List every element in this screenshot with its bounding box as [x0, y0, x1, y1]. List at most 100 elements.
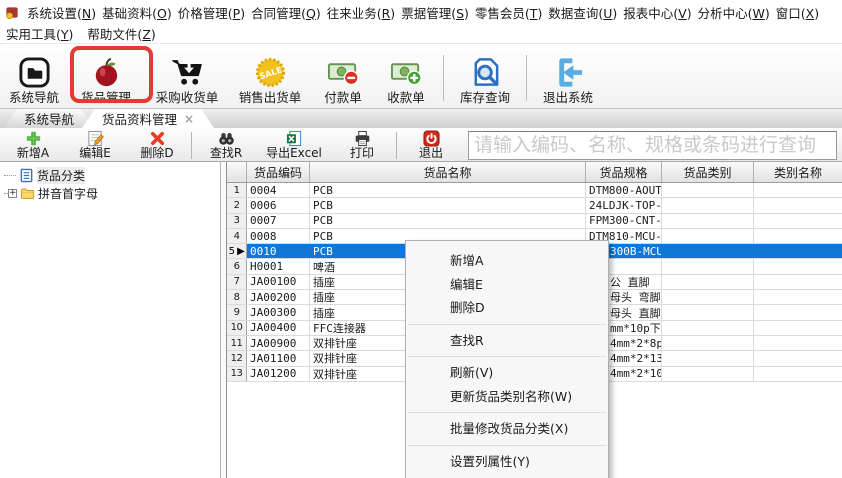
tab-label: 货品资料管理 [102, 112, 178, 127]
menu-item[interactable]: 分析中心(W) [695, 3, 773, 22]
menu-item[interactable]: 往来业务(R) [324, 3, 398, 22]
subtoolbar-button-label: 删除D [140, 146, 174, 160]
menu-bar: 系统设置(N) 基础资料(O) 价格管理(P) 合同管理(Q) 往来业务(R) 票据管理(… [0, 0, 842, 24]
apple-icon [90, 56, 123, 89]
cell-goods-category [662, 351, 754, 366]
inventory-search-icon [469, 56, 502, 89]
subtoolbar-button-label: 新增A [16, 146, 50, 160]
subtoolbar-button-label: 导出Excel [266, 146, 322, 160]
context-menu-item[interactable]: 保存列属性(Z) [406, 473, 608, 478]
tree-item[interactable]: + 拼音首字母 [4, 184, 220, 202]
column-header[interactable]: 货品类别 [662, 162, 754, 182]
system-nav-icon [18, 56, 51, 89]
row-number-cell: 13 [227, 366, 247, 381]
tree-connector [4, 174, 16, 176]
subtoolbar-button[interactable]: 退出 [400, 130, 462, 160]
subtoolbar-button[interactable]: 查找R [195, 130, 257, 160]
toolbar-button[interactable]: 退出系统 [532, 49, 604, 105]
context-menu-separator [408, 412, 606, 413]
menu-item[interactable]: 合同管理(Q) [248, 3, 324, 22]
export-excel-icon [286, 130, 303, 147]
subtoolbar-button-label: 打印 [349, 146, 374, 160]
tree-expander-icon[interactable]: + [8, 188, 17, 198]
context-menu-item[interactable]: 查找R [406, 329, 608, 353]
context-menu-item[interactable]: 批量修改货品分类(X) [406, 417, 608, 441]
sale-badge-icon: SALE [254, 56, 287, 89]
menu-item[interactable]: 零售会员(T) [472, 3, 545, 22]
toolbar-button[interactable]: 库存查询 [449, 49, 521, 105]
subtoolbar-button-label: 退出 [418, 146, 443, 160]
cell-goods-code: JA00300 [247, 305, 310, 320]
toolbar-button[interactable]: 货品管理 [66, 49, 146, 105]
cell-goods-category [662, 228, 754, 244]
menu-item[interactable]: 数据查询(U) [545, 3, 620, 22]
context-menu-item[interactable]: 刷新(V) [406, 361, 608, 385]
cell-goods-code: JA00100 [247, 274, 310, 290]
cell-goods-code: H0001 [247, 259, 310, 274]
row-number-cell: 3 [227, 213, 247, 228]
sub-toolbar: 新增A 编辑E 删除D 查找R 导出Excel 打印 退出 [0, 129, 842, 162]
delete-icon [149, 130, 166, 147]
column-header[interactable] [227, 162, 247, 182]
cell-goods-code: 0010 [247, 244, 310, 259]
cell-goods-code: JA00900 [247, 335, 310, 351]
menu-item[interactable]: 窗口(X) [773, 3, 822, 22]
context-menu-item[interactable]: 更新货品类别名称(W) [406, 385, 608, 409]
context-menu-separator [408, 356, 606, 357]
context-menu-separator [408, 444, 606, 446]
toolbar-button[interactable]: 收款单 [374, 49, 438, 105]
cell-goods-code: JA01100 [247, 351, 310, 366]
cell-goods-category [662, 290, 754, 305]
main-toolbar: 系统导航 货品管理 采购收货单 SALE 销售出货单 付款单 收款单 库存查询 … [0, 44, 842, 109]
tab[interactable]: 货品资料管理 × [82, 109, 214, 128]
menu-item[interactable]: 实用工具(Y) [3, 24, 76, 43]
column-header[interactable]: 类别名称 [754, 162, 842, 182]
row-number-cell: 5 ▶ [227, 244, 247, 259]
toolbar-button[interactable]: 采购收货单 [146, 49, 228, 105]
menu-item[interactable]: 价格管理(P) [175, 3, 248, 22]
table-row[interactable]: 3 0007 PCB FPM300-CNT-V4 20 [227, 213, 842, 229]
purchase-cart-icon [171, 56, 204, 89]
column-header[interactable]: 货品名称 [310, 162, 586, 182]
category-tree: 货品分类 + 拼音首字母 [0, 162, 221, 478]
subtoolbar-button[interactable]: 导出Excel [257, 130, 331, 160]
subtoolbar-button[interactable]: 新增A [2, 130, 64, 160]
context-menu-item[interactable]: 设置列属性(Y) [406, 450, 608, 474]
cell-category-name [754, 321, 842, 335]
subtoolbar-button[interactable]: 编辑E [64, 130, 126, 160]
toolbar-button[interactable]: SALE 销售出货单 [228, 49, 312, 105]
cell-category-name [754, 305, 842, 319]
cell-goods-category [662, 213, 754, 228]
tab-close-icon[interactable]: × [184, 112, 194, 126]
context-menu-item[interactable]: 删除D [406, 296, 608, 320]
tab[interactable]: 系统导航 [4, 109, 94, 128]
menu-item[interactable]: 帮助文件(Z) [84, 24, 158, 43]
row-number-cell: 9 [227, 305, 247, 320]
menu-item[interactable]: 基础资料(O) [99, 3, 175, 22]
cell-category-name [754, 183, 842, 197]
toolbar-button[interactable]: 系统导航 [2, 49, 66, 105]
menu-item[interactable]: 票据管理(S) [398, 3, 472, 22]
toolbar-button-label: 采购收货单 [155, 90, 219, 105]
tree-item[interactable]: 货品分类 [4, 166, 220, 184]
row-number-cell: 7 [227, 274, 247, 290]
menu-item[interactable]: 报表中心(V) [620, 3, 694, 22]
row-number-cell: 2 [227, 198, 247, 213]
cell-goods-code: 0007 [247, 213, 310, 228]
subtoolbar-button[interactable]: 打印 [331, 130, 393, 160]
context-menu-item[interactable]: 编辑E [406, 273, 608, 297]
context-menu-item[interactable]: 新增A [406, 249, 608, 273]
toolbar-button[interactable]: 付款单 [312, 49, 374, 105]
column-header[interactable]: 货品规格 [586, 162, 662, 182]
table-row[interactable]: 1 0004 PCB DTM800-AOUT-V1.0 [227, 183, 842, 199]
folder-icon [20, 186, 35, 201]
column-header[interactable]: 货品编码 [247, 162, 310, 182]
menu-item[interactable]: 系统设置(N) [24, 3, 99, 22]
cell-goods-category [662, 335, 754, 351]
search-input[interactable] [468, 130, 837, 160]
tab-label: 系统导航 [24, 112, 75, 127]
cell-category-name [754, 275, 842, 289]
toolbar-button-label: 系统导航 [8, 90, 59, 105]
table-row[interactable]: 2 0006 PCB 24LDJK-TOP-V2.0 [227, 198, 842, 214]
subtoolbar-button[interactable]: 删除D [126, 130, 188, 160]
